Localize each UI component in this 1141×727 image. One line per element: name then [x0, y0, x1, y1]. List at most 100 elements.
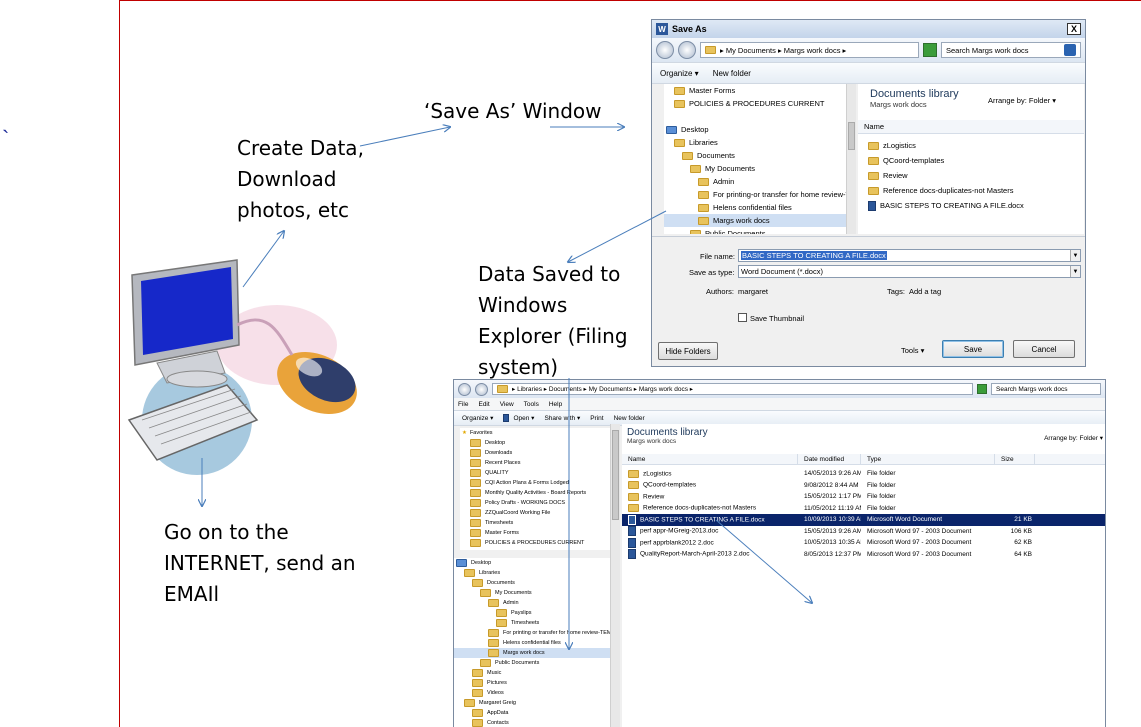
- tree-item[interactable]: Documents: [664, 149, 846, 162]
- tree-item[interactable]: Libraries: [454, 568, 610, 578]
- menu-item-edit[interactable]: Edit: [478, 401, 489, 408]
- refresh-icon[interactable]: [923, 43, 937, 57]
- forward-icon[interactable]: [475, 382, 488, 396]
- tree-item[interactable]: Monthly Quality Activities - Board Repor…: [460, 488, 610, 498]
- tree-item[interactable]: For printing or transfer for home review…: [454, 628, 610, 638]
- save-as-address-bar[interactable]: ▸ My Documents ▸ Margs work docs ▸: [700, 42, 919, 58]
- table-row[interactable]: zLogistics 14/05/2013 9:26 AM File folder: [622, 468, 1105, 480]
- list-item[interactable]: QCoord-templates: [868, 153, 1084, 168]
- tree-item[interactable]: Libraries: [664, 136, 846, 149]
- tree-item[interactable]: Timesheets: [454, 618, 610, 628]
- tree-item[interactable]: Admin: [454, 598, 610, 608]
- open-button[interactable]: Open ▾: [503, 414, 534, 423]
- tree-item[interactable]: Contacts: [454, 718, 610, 727]
- menu-item-view[interactable]: View: [500, 401, 514, 408]
- chevron-down-icon[interactable]: ▼: [1070, 250, 1080, 261]
- table-row[interactable]: QCoord-templates 9/08/2012 8:44 AM File fo…: [622, 480, 1105, 492]
- save-as-tree-scrollbar[interactable]: [846, 84, 856, 234]
- tags-value[interactable]: Add a tag: [909, 287, 941, 296]
- close-button[interactable]: X: [1067, 23, 1081, 35]
- tree-item[interactable]: Timesheets: [460, 518, 610, 528]
- explorer-tree-scrollbar[interactable]: [610, 424, 620, 727]
- tree-item[interactable]: Policy Drafts - WORKING DOCS: [460, 498, 610, 508]
- cancel-button[interactable]: Cancel: [1013, 340, 1075, 358]
- tree-item[interactable]: Desktop: [460, 438, 610, 448]
- tree-item[interactable]: Helens confidential files: [664, 201, 846, 214]
- tree-item[interactable]: CQI Action Plans & Forms Lodged: [460, 478, 610, 488]
- tree-item[interactable]: Master Forms: [460, 528, 610, 538]
- list-item[interactable]: Review: [868, 168, 1084, 183]
- tools-button[interactable]: Tools ▾: [901, 346, 924, 355]
- column-date-modified[interactable]: Date modified: [798, 454, 861, 464]
- tree-item[interactable]: POLICIES & PROCEDURES CURRENT: [664, 97, 846, 110]
- save-type-select[interactable]: Word Document (*.docx) ▼: [738, 265, 1081, 278]
- tree-item[interactable]: QUALITY: [460, 468, 610, 478]
- menu-item-tools[interactable]: Tools: [524, 401, 539, 408]
- tree-item[interactable]: Helens confidential files: [454, 638, 610, 648]
- table-row[interactable]: Review 15/05/2012 1:17 PM File folder: [622, 491, 1105, 503]
- list-item[interactable]: BASIC STEPS TO CREATING A FILE.docx: [868, 198, 1084, 213]
- chevron-down-icon[interactable]: ▼: [1070, 266, 1080, 277]
- tree-item[interactable]: For printing-or transfer for home review…: [664, 188, 846, 201]
- share-with-button[interactable]: Share with ▾: [544, 414, 580, 422]
- tree-item[interactable]: Videos: [454, 688, 610, 698]
- save-button[interactable]: Save: [942, 340, 1004, 358]
- tree-item[interactable]: AppData: [454, 708, 610, 718]
- organize-button[interactable]: Organize ▾: [462, 414, 493, 422]
- column-type[interactable]: Type: [861, 454, 995, 464]
- back-icon[interactable]: [656, 41, 674, 59]
- column-size[interactable]: Size: [995, 454, 1035, 464]
- scroll-thumb[interactable]: [612, 430, 619, 520]
- tree-item[interactable]: Margs work docs: [664, 214, 846, 227]
- tree-item[interactable]: Master Forms: [664, 84, 846, 97]
- tree-item[interactable]: Public Documents: [664, 227, 846, 234]
- table-row[interactable]: Reference docs-duplicates-not Masters 11/…: [622, 503, 1105, 515]
- menu-item-file[interactable]: File: [458, 401, 468, 408]
- print-button[interactable]: Print: [590, 415, 603, 422]
- tree-item[interactable]: Downloads: [460, 448, 610, 458]
- tree-item[interactable]: Margaret Greig: [454, 698, 610, 708]
- tree-item[interactable]: My Documents: [454, 588, 610, 598]
- tree-item[interactable]: ★ Favorites: [460, 428, 610, 438]
- tree-item[interactable]: Pictures: [454, 678, 610, 688]
- refresh-icon[interactable]: [977, 384, 987, 394]
- tree-item[interactable]: Admin: [664, 175, 846, 188]
- tree-item[interactable]: Documents: [454, 578, 610, 588]
- list-item[interactable]: Reference docs-duplicates-not Masters: [868, 183, 1084, 198]
- list-item[interactable]: zLogistics: [868, 138, 1084, 153]
- tree-item[interactable]: Music: [454, 668, 610, 678]
- tree-item[interactable]: Desktop: [454, 558, 610, 568]
- tree-item[interactable]: POLICIES & PROCEDURES CURRENT: [460, 538, 610, 548]
- hide-folders-button[interactable]: Hide Folders: [658, 342, 718, 360]
- arrange-by[interactable]: Arrange by: Folder ▾: [1044, 434, 1103, 442]
- arrange-by[interactable]: Arrange by: Folder ▾: [988, 96, 1056, 105]
- column-name[interactable]: Name: [858, 120, 1084, 133]
- tree-item[interactable]: Public Documents: [454, 658, 610, 668]
- folder-icon: [470, 538, 481, 547]
- new-folder-button[interactable]: New folder: [713, 69, 751, 78]
- organize-button[interactable]: Organize ▾: [660, 69, 699, 78]
- tree-item[interactable]: Margs work docs: [454, 648, 610, 658]
- save-thumbnail-checkbox[interactable]: [738, 313, 747, 322]
- table-row[interactable]: BASIC STEPS TO CREATING A FILE.docx 10/09…: [622, 514, 1105, 526]
- table-row[interactable]: perf appr-MGreig-2013.doc 15/05/2013 9:26…: [622, 526, 1105, 538]
- tree-item[interactable]: ZZQualCoord Working File: [460, 508, 610, 518]
- tree-item[interactable]: My Documents: [664, 162, 846, 175]
- column-name[interactable]: Name: [622, 454, 798, 464]
- back-icon[interactable]: [458, 382, 471, 396]
- table-row[interactable]: QualityReport-March-April-2013 2.doc 8/05…: [622, 549, 1105, 561]
- scroll-thumb[interactable]: [848, 122, 855, 150]
- save-as-search-input[interactable]: Search Margs work docs: [941, 42, 1081, 58]
- tree-item[interactable]: Recent Places: [460, 458, 610, 468]
- explorer-search-input[interactable]: Search Margs work docs: [991, 383, 1101, 395]
- search-icon[interactable]: [1064, 44, 1076, 56]
- tree-item[interactable]: Desktop: [664, 123, 846, 136]
- forward-icon[interactable]: [678, 41, 696, 59]
- new-folder-button[interactable]: New folder: [614, 415, 645, 422]
- authors-value[interactable]: margaret: [738, 287, 768, 296]
- file-name-input[interactable]: BASIC STEPS TO CREATING A FILE.docx ▼: [738, 249, 1081, 262]
- table-row[interactable]: perf apprblank2012 2.doc 10/05/2013 10:35…: [622, 537, 1105, 549]
- explorer-address-bar[interactable]: ▸ Libraries ▸ Documents ▸ My Documents ▸…: [492, 383, 973, 395]
- tree-item[interactable]: Payslips: [454, 608, 610, 618]
- menu-item-help[interactable]: Help: [549, 401, 562, 408]
